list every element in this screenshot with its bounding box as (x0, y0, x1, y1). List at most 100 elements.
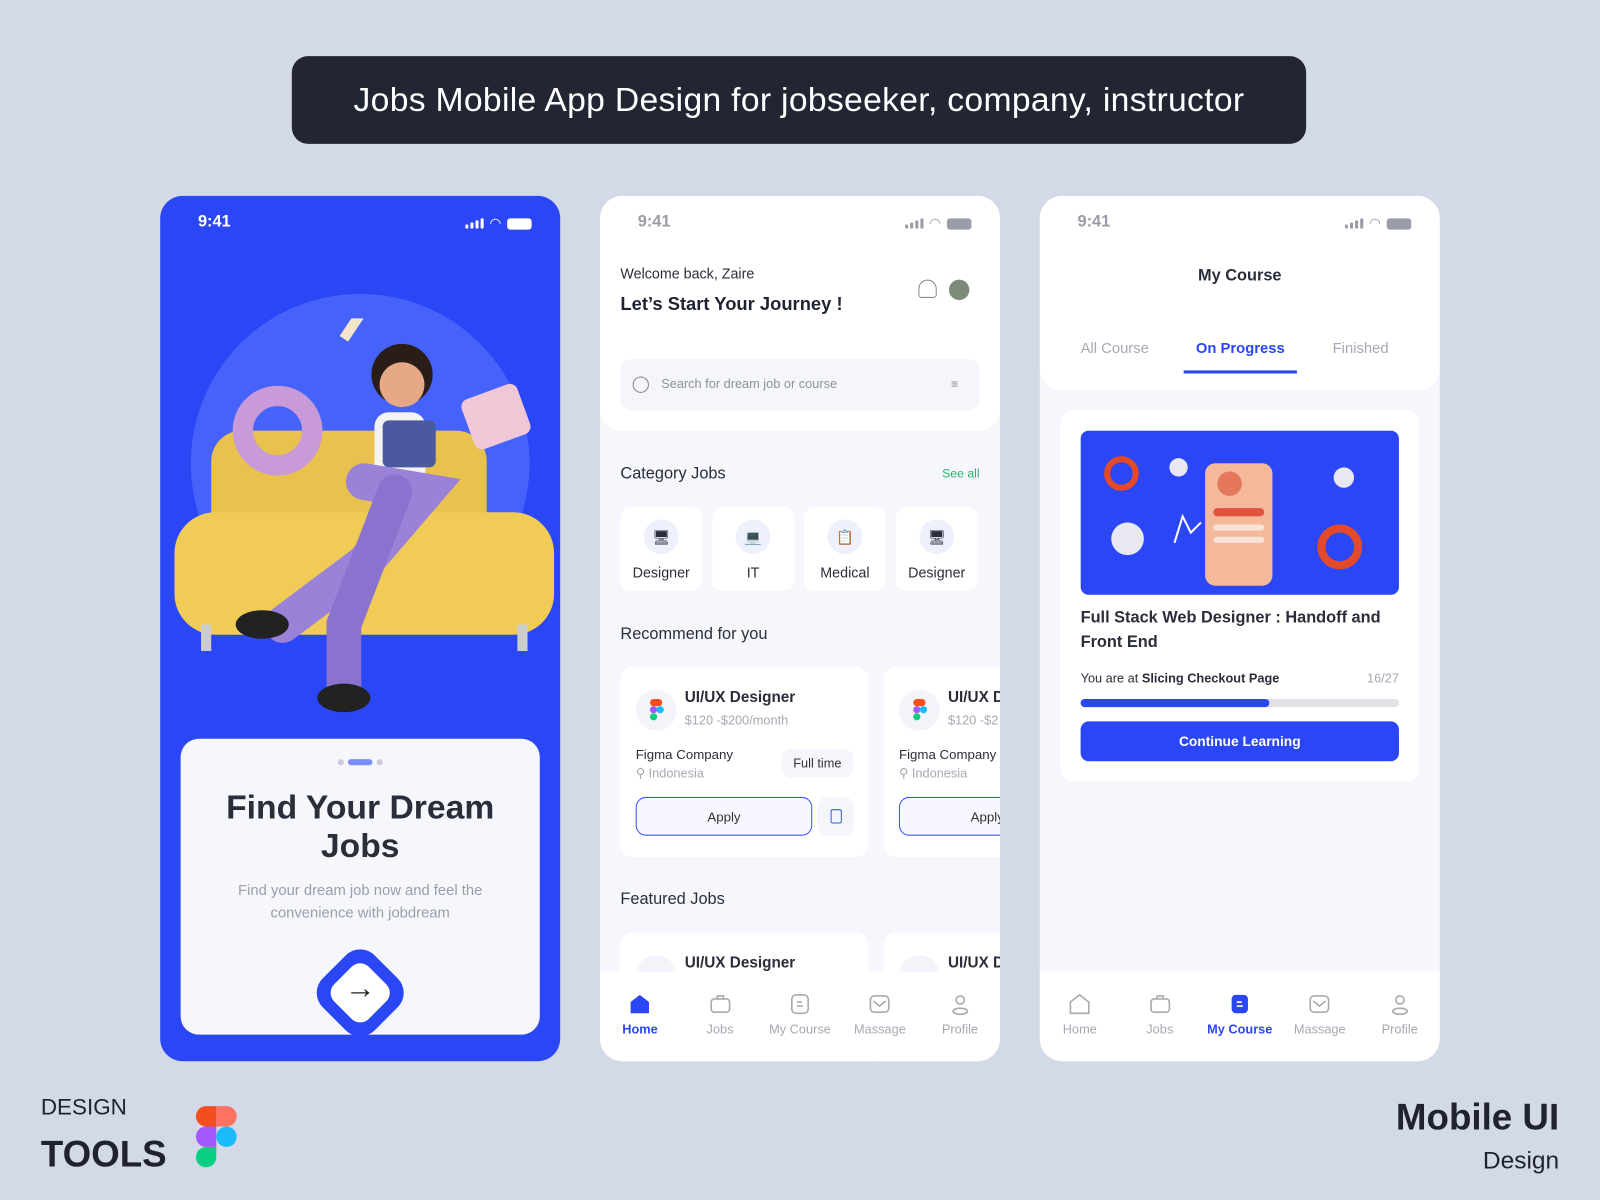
nav-profile[interactable]: Profile (1364, 992, 1435, 1061)
status-time: 9:41 (197, 213, 231, 231)
nav-massage[interactable]: Massage (844, 992, 915, 1061)
nav-label: My Course (769, 1022, 831, 1037)
nav-massage[interactable]: Massage (1284, 992, 1355, 1061)
bottom-nav: Home Jobs My Course Massage Profile (1039, 971, 1440, 1062)
filter-icon[interactable]: ≡ (951, 377, 958, 391)
bottom-nav: Home Jobs My Course Massage Profile (599, 971, 1000, 1062)
recommend-title: Recommend for you (620, 625, 768, 643)
location-pin-icon: ⚲ (898, 766, 912, 781)
page-indicator (337, 759, 383, 766)
bell-icon[interactable] (918, 279, 937, 298)
job-location: ⚲ Indonesia (899, 765, 967, 780)
document-icon (790, 994, 809, 1015)
user-icon (1391, 995, 1408, 1016)
category-medical[interactable]: 📋 Medical (804, 507, 886, 591)
job-location: ⚲ Indonesia (636, 765, 704, 780)
nav-my-course[interactable]: My Course (764, 992, 835, 1061)
apply-button[interactable]: Apply (898, 796, 1000, 836)
status-icons: ◠ (1344, 215, 1412, 231)
greeting: Welcome back, Zaire (620, 265, 755, 282)
wifi-icon: ◠ (1369, 215, 1381, 231)
figma-logo-icon (195, 1106, 237, 1168)
nav-label: Massage (1293, 1022, 1346, 1037)
signal-icon (1344, 218, 1363, 229)
nav-profile[interactable]: Profile (924, 992, 995, 1061)
job-salary: $120 -$200/month (684, 713, 789, 728)
course-thumbnail (1080, 430, 1399, 595)
continue-learning-button[interactable]: Continue Learning (1080, 721, 1399, 762)
nav-label: Home (1062, 1022, 1097, 1037)
job-title: UI/UX Designer (684, 688, 796, 707)
nav-label: Jobs (706, 1022, 734, 1037)
nav-label: Home (622, 1022, 658, 1037)
nav-my-course[interactable]: My Course (1204, 992, 1275, 1061)
job-salary: $120 -$2 (947, 713, 999, 728)
category-list: 🖥 Designer 💻 IT 📋 Medical 🖥 Designer (620, 507, 978, 591)
onboarding-title: Find Your Dream Jobs (226, 787, 495, 865)
document-icon (1231, 994, 1248, 1014)
location-pin-icon: ⚲ (635, 766, 649, 781)
monitor-pen-icon: 🖥 (643, 519, 679, 555)
monitor-pen-icon: 🖥 (919, 519, 955, 555)
nav-jobs[interactable]: Jobs (1124, 992, 1195, 1061)
job-title: UI/UX Designer (684, 954, 796, 972)
onboarding-subtitle: Find your dream job now and feel the con… (238, 882, 483, 922)
job-card[interactable]: UI/UX Designer $120 -$200/month Figma Co… (620, 667, 869, 858)
featured-title: Featured Jobs (620, 890, 725, 909)
medical-report-icon: 📋 (827, 519, 863, 555)
tab-all-course[interactable]: All Course (1081, 341, 1149, 357)
nav-label: Profile (1381, 1022, 1418, 1037)
search-icon (632, 376, 649, 393)
status-icons: ◠ (464, 215, 532, 231)
computer-user-icon: 💻 (735, 519, 771, 555)
nav-home[interactable]: Home (1044, 992, 1115, 1061)
category-designer-2[interactable]: 🖥 Designer (895, 507, 978, 591)
headline: Let’s Start Your Journey ! (620, 293, 843, 315)
search-input[interactable]: Search for dream job or course ≡ (620, 359, 980, 411)
status-time: 9:41 (1077, 213, 1111, 231)
page-dot (337, 759, 344, 766)
location-text: Indonesia (911, 766, 968, 781)
battery-icon (507, 217, 532, 230)
page-dot (376, 759, 383, 766)
tab-finished[interactable]: Finished (1333, 341, 1389, 357)
home-screen: 9:41 ◠ Welcome back, Zaire Let’s Start Y… (599, 195, 1000, 1062)
category-title: Category Jobs (620, 465, 726, 483)
bookmark-button[interactable] (817, 796, 855, 836)
tab-on-progress[interactable]: On Progress (1183, 333, 1297, 374)
category-designer[interactable]: 🖥 Designer (620, 507, 703, 591)
job-title: UI/UX D (947, 688, 1000, 707)
location-text: Indonesia (648, 766, 704, 781)
figma-logo-icon (635, 689, 677, 731)
mobile-ui-label: Mobile UI (1395, 1095, 1560, 1138)
progress-bar (1080, 698, 1399, 708)
job-title: UI/UX D (947, 954, 1000, 972)
nav-jobs[interactable]: Jobs (684, 992, 755, 1061)
company-name: Figma Company (635, 746, 734, 763)
arrow-right-icon: → (344, 971, 376, 1006)
title-banner: Jobs Mobile App Design for jobseeker, co… (291, 56, 1307, 144)
page-title: My Course (1198, 267, 1282, 285)
avatar[interactable] (948, 279, 970, 300)
category-label: IT (746, 564, 760, 581)
category-label: Designer (908, 564, 966, 581)
category-it[interactable]: 💻 IT (712, 507, 794, 591)
nav-label: Massage (854, 1022, 906, 1037)
status-time: 9:41 (637, 213, 671, 231)
company-name: Figma Company (898, 746, 997, 763)
search-placeholder: Search for dream job or course (661, 376, 838, 391)
course-card[interactable]: Full Stack Web Designer : Handoff and Fr… (1060, 410, 1420, 782)
job-type-badge: Full time (781, 748, 854, 778)
mail-icon (869, 995, 890, 1014)
nav-label: Profile (941, 1022, 979, 1037)
briefcase-icon (1149, 995, 1170, 1014)
see-all-link[interactable]: See all (942, 466, 979, 480)
nav-home[interactable]: Home (604, 992, 675, 1061)
apply-button[interactable]: Apply (635, 796, 813, 836)
signal-icon (904, 218, 924, 229)
course-name: Full Stack Web Designer : Handoff and Fr… (1080, 609, 1381, 652)
home-icon (1069, 993, 1090, 1015)
nav-label: Jobs (1146, 1022, 1174, 1037)
job-card[interactable]: UI/UX D $120 -$2 Figma Company ⚲ Indones… (883, 667, 1000, 858)
nav-label: My Course (1207, 1022, 1273, 1037)
